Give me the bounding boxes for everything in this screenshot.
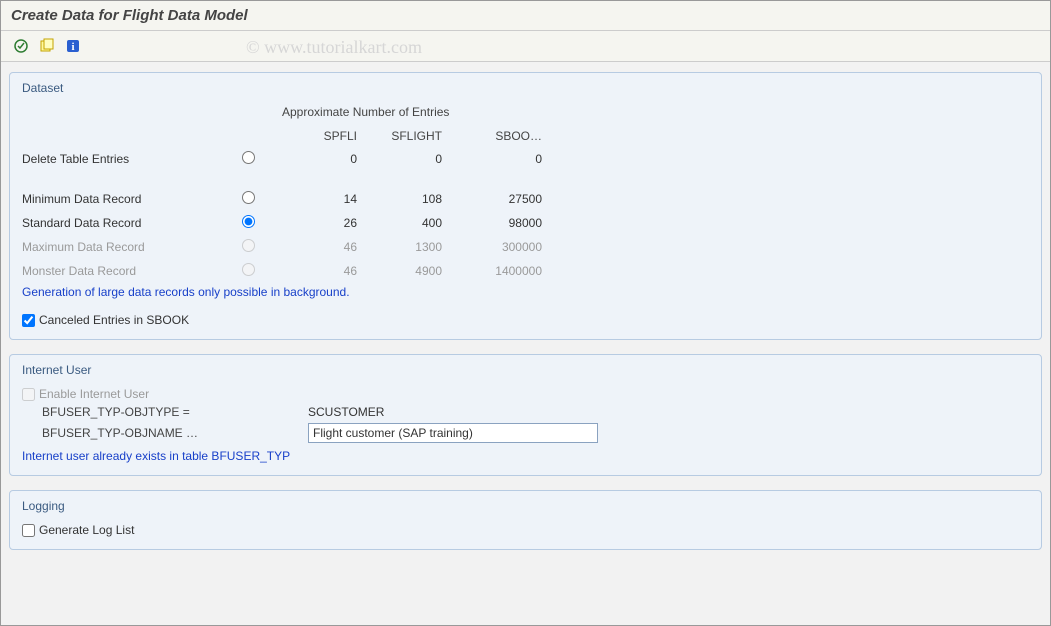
internet-user-note: Internet user already exists in table BF…: [22, 449, 1029, 463]
objtype-label: BFUSER_TYP-OBJTYPE =: [42, 405, 302, 419]
objtype-value: SCUSTOMER: [308, 405, 628, 419]
execute-icon[interactable]: [11, 36, 31, 56]
svg-text:i: i: [71, 41, 74, 53]
dataset-row-label: Standard Data Record: [22, 216, 242, 230]
dataset-radio[interactable]: [242, 191, 255, 204]
dataset-cell: 27500: [452, 192, 552, 206]
dataset-radio[interactable]: [242, 151, 255, 164]
logging-group-title: Logging: [22, 499, 1029, 513]
col-spfli: SPFLI: [282, 129, 367, 143]
dataset-group-title: Dataset: [22, 81, 1029, 95]
dataset-note: Generation of large data records only po…: [22, 285, 1029, 299]
variant-icon[interactable]: [37, 36, 57, 56]
dataset-cell: 26: [282, 216, 367, 230]
dataset-cell: 0: [282, 152, 367, 166]
dataset-cell: 98000: [452, 216, 552, 230]
internet-user-group: Internet User Enable Internet User BFUSE…: [9, 354, 1042, 476]
dataset-cell: 46: [282, 240, 367, 254]
dataset-cell: 1300: [367, 240, 452, 254]
dataset-cell: 46: [282, 264, 367, 278]
dataset-cell: 108: [367, 192, 452, 206]
dataset-cell: 400: [367, 216, 452, 230]
cancelled-entries-checkbox[interactable]: [22, 314, 35, 327]
dataset-row-label: Maximum Data Record: [22, 240, 242, 254]
dataset-row-label: Minimum Data Record: [22, 192, 242, 206]
dataset-cell: 0: [452, 152, 552, 166]
dataset-cell: 1400000: [452, 264, 552, 278]
dataset-cell: 14: [282, 192, 367, 206]
toolbar: i: [1, 31, 1050, 62]
enable-internet-user-checkbox: [22, 388, 35, 401]
generate-log-label: Generate Log List: [39, 523, 134, 537]
columns-title: Approximate Number of Entries: [282, 105, 552, 121]
internet-user-group-title: Internet User: [22, 363, 1029, 377]
dataset-row-label: Delete Table Entries: [22, 152, 242, 166]
dataset-row-label: Monster Data Record: [22, 264, 242, 278]
enable-internet-user-label: Enable Internet User: [39, 387, 149, 401]
dataset-group: Dataset Approximate Number of Entries SP…: [9, 72, 1042, 340]
dataset-radio: [242, 263, 255, 276]
dataset-radio: [242, 239, 255, 252]
objname-field[interactable]: [308, 423, 598, 443]
logging-group: Logging Generate Log List: [9, 490, 1042, 550]
dataset-cell: 4900: [367, 264, 452, 278]
page-title: Create Data for Flight Data Model: [11, 7, 248, 24]
window-header: Create Data for Flight Data Model: [1, 1, 1050, 31]
cancelled-entries-label: Canceled Entries in SBOOK: [39, 313, 189, 327]
dataset-cell: 0: [367, 152, 452, 166]
objname-label: BFUSER_TYP-OBJNAME …: [42, 426, 302, 440]
dataset-radio[interactable]: [242, 215, 255, 228]
generate-log-checkbox[interactable]: [22, 524, 35, 537]
dataset-cell: 300000: [452, 240, 552, 254]
col-sflight: SFLIGHT: [367, 129, 452, 143]
col-sbook: SBOO…: [452, 129, 552, 143]
info-icon[interactable]: i: [63, 36, 83, 56]
